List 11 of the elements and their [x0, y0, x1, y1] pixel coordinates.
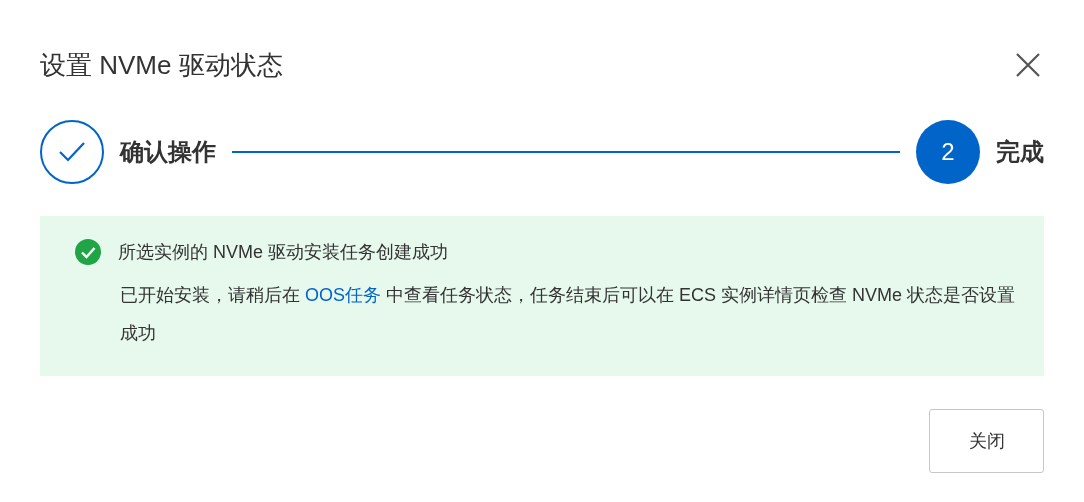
oos-task-link[interactable]: OOS任务 — [305, 285, 382, 305]
close-button[interactable]: 关闭 — [929, 409, 1044, 473]
alert-message: 已开始安装，请稍后在 OOS任务 中查看任务状态，任务结束后可以在 ECS 实例详情页检查 NVMe 状态是否设置成功 — [120, 284, 1017, 345]
check-icon — [58, 141, 86, 163]
dialog-title: 设置 NVMe 驱动状态 — [40, 48, 283, 82]
alert-title: 所选实例的 NVMe 驱动安装任务创建成功 — [118, 240, 448, 264]
step-number: 2 — [916, 120, 980, 184]
step-label: 确认操作 — [120, 137, 216, 167]
close-icon[interactable] — [1015, 52, 1041, 78]
success-icon — [74, 238, 102, 266]
step-label: 完成 — [996, 137, 1044, 167]
